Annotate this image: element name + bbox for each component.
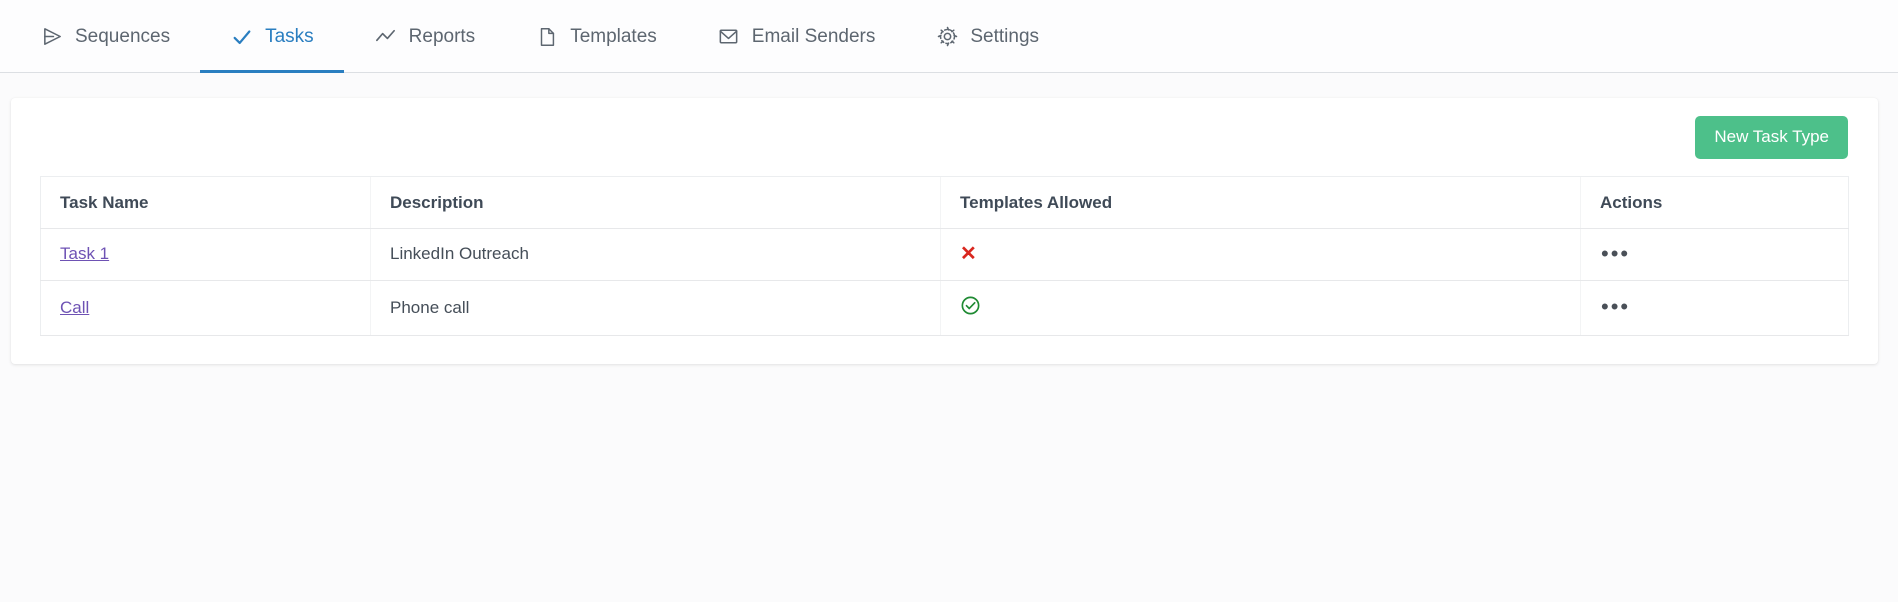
- cell-task-name: Call: [40, 280, 371, 336]
- line-chart-icon: [374, 25, 398, 49]
- tasks-card: New Task Type Task Name Description Temp…: [11, 98, 1878, 364]
- table-body: Task 1 LinkedIn Outreach ✕ ••• Call Phon…: [40, 228, 1849, 336]
- task-name-link[interactable]: Call: [60, 298, 89, 317]
- nav-item-label: Sequences: [75, 26, 171, 47]
- green-check-circle-icon: [960, 295, 981, 316]
- check-icon: [230, 25, 254, 49]
- tasks-table: Task Name Description Templates Allowed …: [40, 175, 1849, 336]
- task-name-link[interactable]: Task 1: [60, 244, 109, 263]
- table-row: Call Phone call •••: [40, 280, 1849, 336]
- new-task-type-button[interactable]: New Task Type: [1695, 116, 1848, 159]
- column-header-actions: Actions: [1580, 175, 1849, 229]
- table-row: Task 1 LinkedIn Outreach ✕ •••: [40, 228, 1849, 281]
- cell-task-name: Task 1: [40, 228, 371, 281]
- nav-item-label: Email Senders: [751, 26, 876, 47]
- red-x-icon: ✕: [960, 242, 977, 265]
- column-header-description: Description: [370, 175, 941, 229]
- envelope-icon: [717, 25, 741, 49]
- cell-templates-allowed: [940, 280, 1581, 336]
- ellipsis-icon[interactable]: •••: [1600, 242, 1630, 265]
- paper-plane-icon: [40, 25, 64, 49]
- cell-actions: •••: [1580, 228, 1849, 281]
- nav-item-label: Settings: [970, 26, 1040, 47]
- cell-description: Phone call: [370, 280, 941, 336]
- nav-item-templates[interactable]: Templates: [505, 0, 687, 73]
- ellipsis-icon[interactable]: •••: [1600, 296, 1630, 318]
- gear-icon: [935, 25, 959, 49]
- nav-item-tasks[interactable]: Tasks: [200, 0, 344, 73]
- nav-item-label: Tasks: [265, 26, 314, 47]
- nav-item-label: Reports: [408, 26, 476, 47]
- cell-actions: •••: [1580, 280, 1849, 336]
- document-icon: [535, 25, 559, 49]
- table-header-row: Task Name Description Templates Allowed …: [40, 175, 1849, 229]
- nav-item-settings[interactable]: Settings: [905, 0, 1069, 73]
- card-toolbar: New Task Type: [40, 116, 1848, 176]
- nav-item-label: Templates: [570, 26, 657, 47]
- column-header-task-name: Task Name: [40, 175, 371, 229]
- cell-description: LinkedIn Outreach: [370, 228, 941, 281]
- nav-item-sequences[interactable]: Sequences: [10, 0, 200, 73]
- main-navigation: Sequences Tasks Reports Templates Email …: [0, 0, 1898, 73]
- page-body: New Task Type Task Name Description Temp…: [0, 73, 1898, 364]
- nav-item-email-senders[interactable]: Email Senders: [687, 0, 906, 73]
- column-header-templates-allowed: Templates Allowed: [940, 175, 1581, 229]
- cell-templates-allowed: ✕: [940, 228, 1581, 281]
- table-header: Task Name Description Templates Allowed …: [40, 175, 1849, 229]
- nav-item-reports[interactable]: Reports: [344, 0, 506, 73]
